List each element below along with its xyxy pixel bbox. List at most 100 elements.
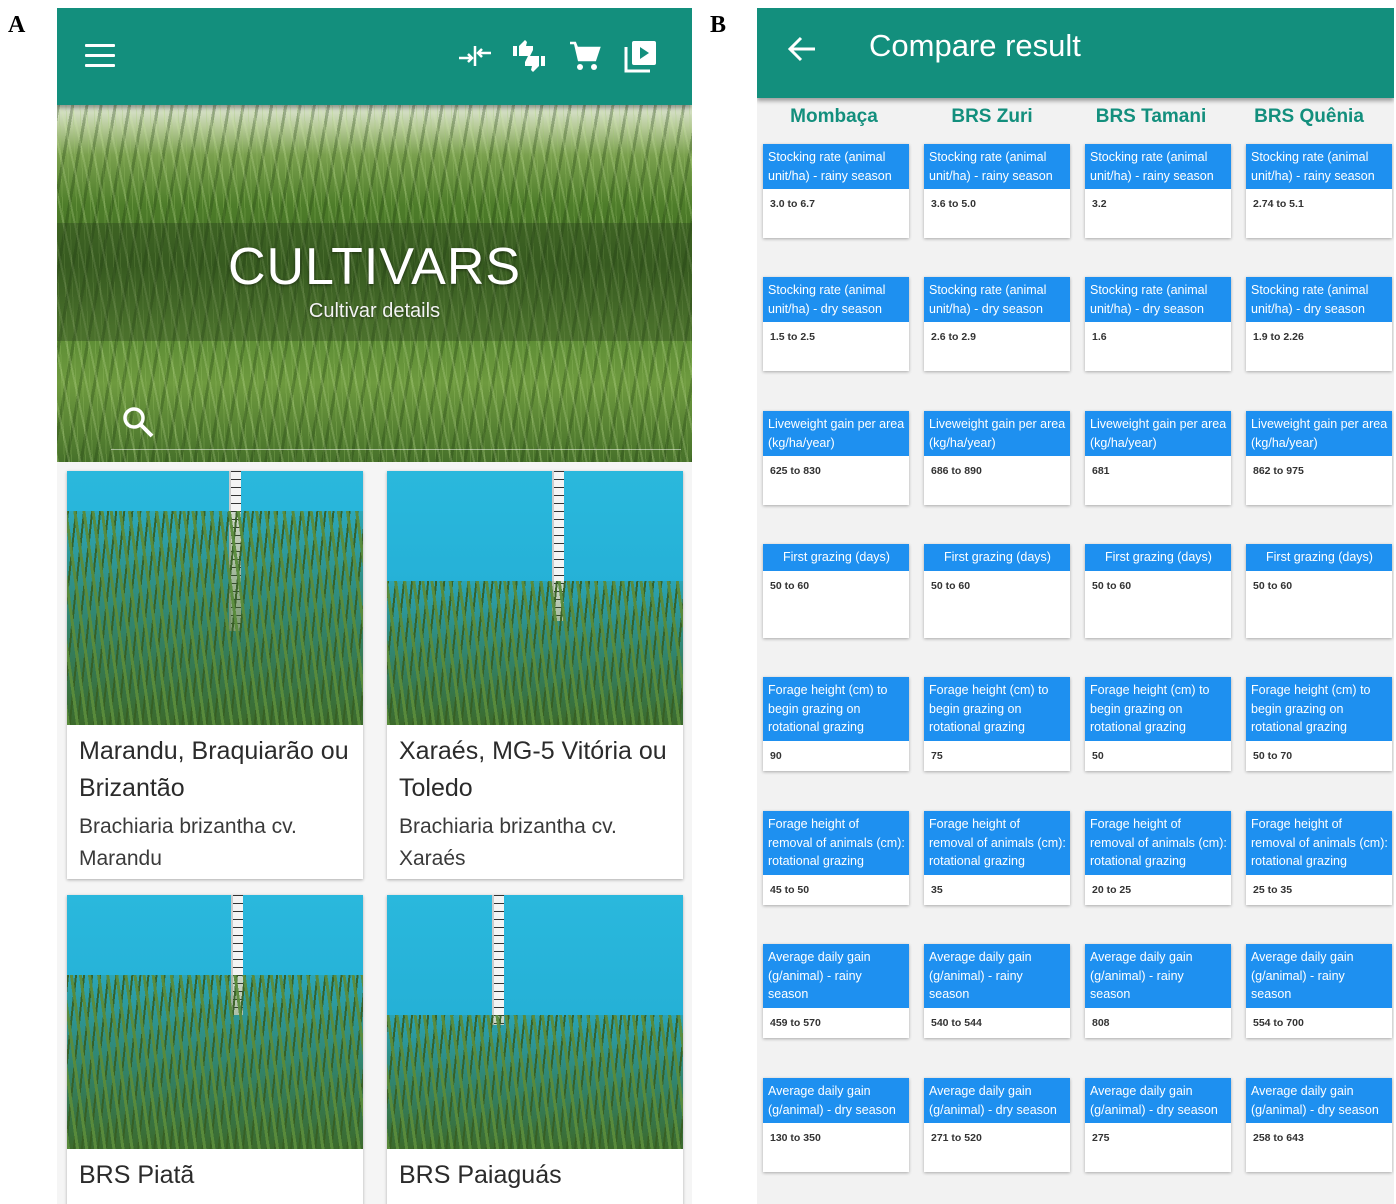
search-input[interactable] (111, 449, 681, 450)
compare-card: Forage height (cm) to begin grazing on r… (1246, 677, 1392, 771)
compare-card-label: Liveweight gain per area (kg/ha/year) (1085, 411, 1231, 456)
compare-card-value: 1.6 (1092, 331, 1107, 343)
compare-card: Stocking rate (animal unit/ha) - rainy s… (924, 144, 1070, 238)
compare-card: Forage height of removal of animals (cm)… (1246, 811, 1392, 905)
compare-card-label: Forage height of removal of animals (cm)… (763, 811, 909, 875)
compare-result-screen: Compare result Mombaça BRS Zuri BRS Tama… (757, 8, 1394, 1204)
compare-card-label: First grazing (days) (1085, 544, 1231, 571)
compare-card: Forage height of removal of animals (cm)… (1085, 811, 1231, 905)
compare-card-value: 20 to 25 (1092, 883, 1132, 896)
compare-card: Average daily gain (g/animal) - rainy se… (1085, 944, 1231, 1038)
compare-card-label: Stocking rate (animal unit/ha) - rainy s… (1246, 144, 1392, 189)
compare-card: Stocking rate (animal unit/ha) - dry sea… (763, 277, 909, 371)
compare-card-label: First grazing (days) (924, 544, 1070, 571)
compare-card-label: Liveweight gain per area (kg/ha/year) (763, 411, 909, 456)
compare-card-label: Forage height of removal of animals (cm)… (1246, 811, 1392, 875)
column-header: BRS Zuri (951, 106, 1033, 127)
cultivar-card[interactable]: BRS Paiaguás (387, 895, 683, 1204)
compare-card-value: 3.2 (1092, 198, 1107, 210)
compare-card-label: Forage height (cm) to begin grazing on r… (924, 677, 1070, 741)
compare-card: Average daily gain (g/animal) - rainy se… (1246, 944, 1392, 1038)
compare-card-value: 862 to 975 (1253, 465, 1304, 477)
compare-card-label: Stocking rate (animal unit/ha) - dry sea… (763, 277, 909, 322)
hero-banner: CULTIVARS Cultivar details (57, 105, 692, 462)
compare-card: Average daily gain (g/animal) - dry seas… (924, 1078, 1070, 1172)
video-library-icon[interactable] (623, 38, 659, 74)
compare-card-value: 90 (770, 749, 782, 762)
compare-card: First grazing (days) 50 to 60 (1246, 544, 1392, 638)
compare-card-label: Stocking rate (animal unit/ha) - rainy s… (1085, 144, 1231, 189)
compare-card-value: 3.0 to 6.7 (770, 198, 815, 210)
compare-card: Average daily gain (g/animal) - dry seas… (1246, 1078, 1392, 1172)
compare-card: Stocking rate (animal unit/ha) - rainy s… (763, 144, 909, 238)
compare-card-label: Forage height (cm) to begin grazing on r… (1246, 677, 1392, 741)
search-icon[interactable] (121, 405, 155, 439)
compare-card: Forage height (cm) to begin grazing on r… (1085, 677, 1231, 771)
compare-card: Forage height of removal of animals (cm)… (924, 811, 1070, 905)
cultivars-screen: CULTIVARS Cultivar details Marandu, Braq… (57, 8, 692, 1204)
compare-card-value: 1.5 to 2.5 (770, 331, 815, 343)
cultivar-title: BRS Paiaguás (399, 1161, 562, 1189)
compare-card: Forage height of removal of animals (cm)… (763, 811, 909, 905)
compare-card: Liveweight gain per area (kg/ha/year) 681 (1085, 411, 1231, 505)
compare-card-label: Forage height of removal of animals (cm)… (1085, 811, 1231, 875)
compare-card: Liveweight gain per area (kg/ha/year) 686… (924, 411, 1070, 505)
compare-card-value: 1.9 to 2.26 (1253, 331, 1304, 343)
cultivar-card[interactable]: Xaraés, MG-5 Vitória ou Toledo Brachiari… (387, 471, 683, 879)
compare-card: Stocking rate (animal unit/ha) - dry sea… (1246, 277, 1392, 371)
hero-subtitle: Cultivar details (308, 300, 441, 322)
compare-card-value: 50 (1092, 749, 1104, 762)
compare-card: Stocking rate (animal unit/ha) - dry sea… (1085, 277, 1231, 371)
compare-card-label: Average daily gain (g/animal) - dry seas… (1085, 1078, 1231, 1123)
compare-card-value: 540 to 544 (931, 1016, 982, 1029)
compare-card-value: 25 to 35 (1253, 883, 1293, 896)
page-title: Compare result (869, 28, 1081, 63)
cultivar-photo (387, 895, 683, 1149)
compare-card: First grazing (days) 50 to 60 (763, 544, 909, 638)
compare-card-value: 625 to 830 (770, 465, 821, 477)
compare-card-value: 808 (1092, 1016, 1110, 1029)
column-header: BRS Tamani (1095, 106, 1207, 127)
compare-card-label: Average daily gain (g/animal) - dry seas… (1246, 1078, 1392, 1123)
cultivar-scientific-name: Brachiaria brizantha cv. Xaraés (399, 815, 617, 870)
compare-card: Forage height (cm) to begin grazing on r… (924, 677, 1070, 771)
compare-card-value: 2.74 to 5.1 (1253, 198, 1304, 210)
compare-card-label: Liveweight gain per area (kg/ha/year) (1246, 411, 1392, 456)
cultivar-card[interactable]: BRS Piatã (67, 895, 363, 1204)
compare-card-label: Average daily gain (g/animal) - rainy se… (763, 944, 909, 1008)
compare-card-label: Forage height (cm) to begin grazing on r… (1085, 677, 1231, 741)
compare-card: Liveweight gain per area (kg/ha/year) 625… (763, 411, 909, 505)
compare-card-label: Forage height of removal of animals (cm)… (924, 811, 1070, 875)
compare-card-value: 50 to 60 (770, 579, 810, 592)
compare-card-label: Average daily gain (g/animal) - dry seas… (763, 1078, 909, 1123)
compare-card-value: 130 to 350 (770, 1132, 821, 1144)
compare-card-value: 459 to 570 (770, 1016, 821, 1029)
app-bar (57, 8, 692, 105)
compare-card-value: 50 to 60 (931, 579, 971, 592)
cultivar-photo (67, 471, 363, 725)
compare-card: Average daily gain (g/animal) - dry seas… (763, 1078, 909, 1172)
hero-title: CULTIVARS (227, 238, 522, 296)
compare-card-value: 271 to 520 (931, 1132, 982, 1144)
compare-icon[interactable] (457, 38, 493, 74)
cart-icon[interactable] (567, 38, 603, 74)
cultivar-card[interactable]: Marandu, Braquiarão ou Brizantão Brachia… (67, 471, 363, 879)
thumbs-icon[interactable] (511, 38, 547, 74)
back-arrow-icon[interactable] (785, 32, 819, 66)
compare-card-value: 258 to 643 (1253, 1132, 1304, 1144)
compare-card-value: 50 to 60 (1092, 579, 1132, 592)
cultivar-title: BRS Piatã (79, 1161, 195, 1189)
compare-card-label: Average daily gain (g/animal) - rainy se… (1085, 944, 1231, 1008)
compare-card: First grazing (days) 50 to 60 (924, 544, 1070, 638)
cultivar-photo (387, 471, 683, 725)
compare-card-label: Stocking rate (animal unit/ha) - rainy s… (924, 144, 1070, 189)
compare-card-label: Stocking rate (animal unit/ha) - rainy s… (763, 144, 909, 189)
compare-card-label: Average daily gain (g/animal) - rainy se… (924, 944, 1070, 1008)
compare-card-value: 50 to 60 (1253, 579, 1293, 592)
compare-card: Stocking rate (animal unit/ha) - rainy s… (1085, 144, 1231, 238)
compare-card-label: Forage height (cm) to begin grazing on r… (763, 677, 909, 741)
panel-a-letter: A (8, 12, 26, 38)
column-header: BRS Quênia (1254, 106, 1364, 127)
cultivar-scientific-name: Brachiaria brizantha cv. Marandu (79, 815, 297, 870)
menu-icon[interactable] (85, 44, 115, 68)
